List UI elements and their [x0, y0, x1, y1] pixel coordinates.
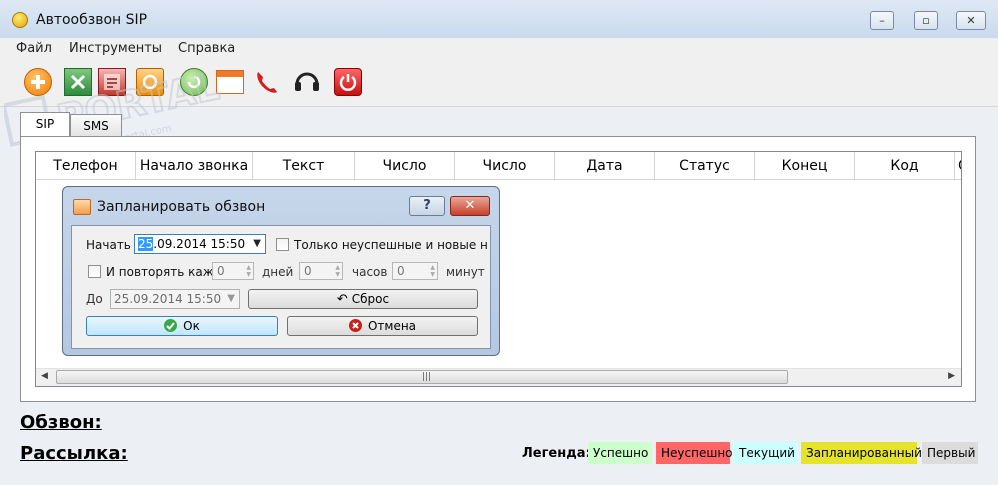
scroll-left-icon[interactable]: ◀: [41, 371, 48, 381]
chevron-down-icon[interactable]: ▼: [227, 290, 235, 308]
undo-icon: ↶: [336, 292, 348, 307]
cancel-button-label: Отмена: [367, 319, 417, 333]
report-icon[interactable]: [98, 68, 126, 96]
column-header[interactable]: Текст: [253, 152, 355, 180]
spin-arrows-icon[interactable]: ▲ ▼: [246, 264, 251, 278]
only-failed-checkbox[interactable]: [276, 238, 289, 251]
hours-spinner[interactable]: 0 ▲ ▼: [299, 262, 343, 280]
column-header[interactable]: Число: [455, 152, 555, 180]
repeat-label[interactable]: И повторять каж: [106, 265, 214, 279]
calendar-icon: [73, 199, 91, 215]
column-header[interactable]: Дата: [555, 152, 655, 180]
window-title: Автообзвон SIP: [36, 12, 148, 28]
reset-button-label: Сброс: [351, 292, 390, 306]
hours-value: 0: [304, 264, 312, 278]
reset-button[interactable]: ↶ Сброс: [248, 289, 478, 309]
scroll-thumb[interactable]: |||: [56, 370, 788, 384]
power-icon[interactable]: [334, 68, 362, 96]
toolbar: [0, 60, 998, 107]
legend-failed: Неуспешно: [656, 442, 733, 464]
until-datetime-picker[interactable]: 25.09.2014 15:50 ▼: [110, 289, 240, 309]
until-datetime-value: 25.09.2014 15:50: [114, 292, 222, 306]
legend-scheduled: Запланированный: [801, 442, 922, 464]
cancel-button[interactable]: Отмена: [287, 316, 478, 336]
start-label: Начать: [86, 238, 131, 252]
export-icon[interactable]: [180, 68, 208, 96]
column-header[interactable]: Статус: [655, 152, 755, 180]
days-spinner[interactable]: 0 ▲ ▼: [212, 262, 254, 280]
phone-icon[interactable]: [252, 68, 280, 96]
start-datetime-selected: 25: [138, 237, 154, 251]
until-label: До: [86, 292, 103, 306]
chevron-down-icon[interactable]: ▼: [253, 235, 261, 253]
column-header[interactable]: Конец: [755, 152, 855, 180]
scroll-right-icon[interactable]: ▶: [948, 371, 955, 381]
dialog-body: Начать 25.09.2014 15:50 ▼ Только неуспеш…: [71, 225, 491, 349]
minimize-button[interactable]: –: [870, 11, 894, 30]
only-failed-label[interactable]: Только неуспешные и новые н: [294, 238, 488, 252]
column-header[interactable]: Начало звонка: [136, 152, 253, 180]
calls-status-label: Обзвон:: [20, 412, 102, 433]
legend-first: Первый: [922, 442, 978, 464]
help-button[interactable]: ?: [409, 196, 445, 216]
spin-arrows-icon[interactable]: ▲ ▼: [335, 264, 340, 278]
title-bar[interactable]: Автообзвон SIP – ▫ ✕: [0, 0, 998, 38]
days-label: дней: [262, 265, 294, 279]
menu-help[interactable]: Справка: [178, 41, 235, 56]
horizontal-scrollbar[interactable]: ◀ ||| ▶: [36, 368, 961, 386]
dialog-close-button[interactable]: ✕: [450, 196, 490, 216]
dialog-title: Запланировать обзвон: [97, 199, 266, 215]
minutes-label: минут: [446, 265, 485, 279]
start-datetime-rest: .09.2014 15:50: [153, 237, 246, 251]
grip-icon: |||: [422, 372, 432, 382]
mailing-status-label: Рассылка:: [20, 443, 128, 464]
column-header[interactable]: Число: [355, 152, 455, 180]
schedule-dialog: Запланировать обзвон ? ✕ Начать 25.09.20…: [62, 186, 500, 356]
column-header[interactable]: С: [955, 152, 961, 180]
repeat-checkbox[interactable]: [88, 265, 101, 278]
check-icon: [164, 319, 178, 332]
app-icon: [12, 12, 28, 28]
minutes-value: 0: [397, 264, 405, 278]
menu-tools[interactable]: Инструменты: [69, 41, 162, 56]
column-header[interactable]: Телефон: [36, 152, 136, 180]
app-window: Автообзвон SIP – ▫ ✕ Файл Инструменты Сп…: [0, 0, 998, 485]
column-header[interactable]: Код: [855, 152, 955, 180]
ok-button[interactable]: Ок: [86, 316, 278, 336]
tab-sip[interactable]: SIP: [20, 112, 70, 136]
import-icon[interactable]: [136, 68, 164, 96]
legend-success: Успешно: [588, 442, 652, 464]
excel-icon[interactable]: [64, 68, 92, 96]
add-icon[interactable]: [24, 68, 52, 96]
menu-file[interactable]: Файл: [16, 41, 52, 56]
minutes-spinner[interactable]: 0 ▲ ▼: [392, 262, 438, 280]
days-value: 0: [217, 264, 225, 278]
cancel-icon: [348, 319, 362, 332]
legend-current: Текущий: [734, 442, 798, 464]
ok-button-label: Ок: [183, 319, 200, 333]
legend-label: Легенда:: [522, 446, 591, 461]
menu-bar: Файл Инструменты Справка: [0, 38, 998, 60]
start-datetime-picker[interactable]: 25.09.2014 15:50 ▼: [134, 234, 266, 254]
tab-sms[interactable]: SMS: [70, 114, 122, 136]
calendar-icon[interactable]: [216, 70, 244, 94]
headset-icon[interactable]: [292, 68, 320, 96]
spin-arrows-icon[interactable]: ▲ ▼: [430, 264, 435, 278]
close-button[interactable]: ✕: [956, 11, 986, 30]
maximize-button[interactable]: ▫: [914, 11, 938, 30]
hours-label: часов: [352, 265, 388, 279]
